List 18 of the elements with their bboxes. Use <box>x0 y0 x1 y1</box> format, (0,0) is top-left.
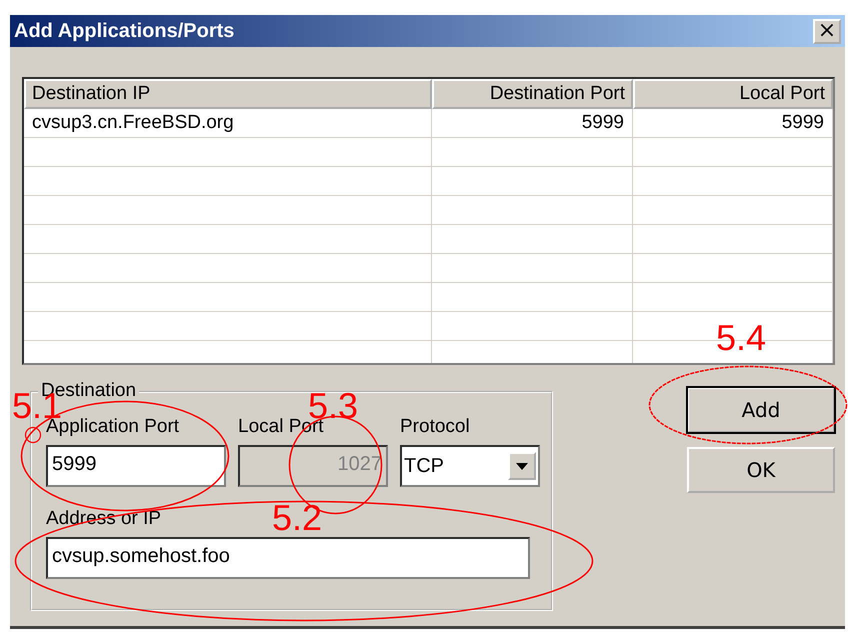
column-header[interactable]: Destination IP <box>24 79 432 109</box>
field-label: Protocol <box>400 415 470 439</box>
column-header[interactable]: Destination Port <box>432 79 633 109</box>
table-row[interactable]: cvsup3.cn.FreeBSD.org 5999 5999 <box>24 109 833 138</box>
table-cell: cvsup3.cn.FreeBSD.org <box>24 109 432 137</box>
dropdown-field[interactable]: TCP <box>400 445 540 487</box>
dialog-button[interactable]: Add <box>687 387 835 433</box>
dialog-button[interactable]: OK <box>687 447 835 493</box>
table-cell: 5999 <box>432 109 633 137</box>
input-field[interactable]: cvsup.somehost.foo <box>46 537 530 579</box>
annotation-label: 5.4 <box>716 320 766 356</box>
annotation-label: 5.2 <box>272 500 322 536</box>
input-field[interactable]: 5999 <box>46 445 226 487</box>
table-cell: 5999 <box>633 109 833 137</box>
close-button[interactable]: × <box>813 18 841 44</box>
window-title: Add Applications/Ports <box>14 20 234 42</box>
column-header[interactable]: Local Port <box>633 79 833 109</box>
annotation-circle <box>24 426 42 444</box>
